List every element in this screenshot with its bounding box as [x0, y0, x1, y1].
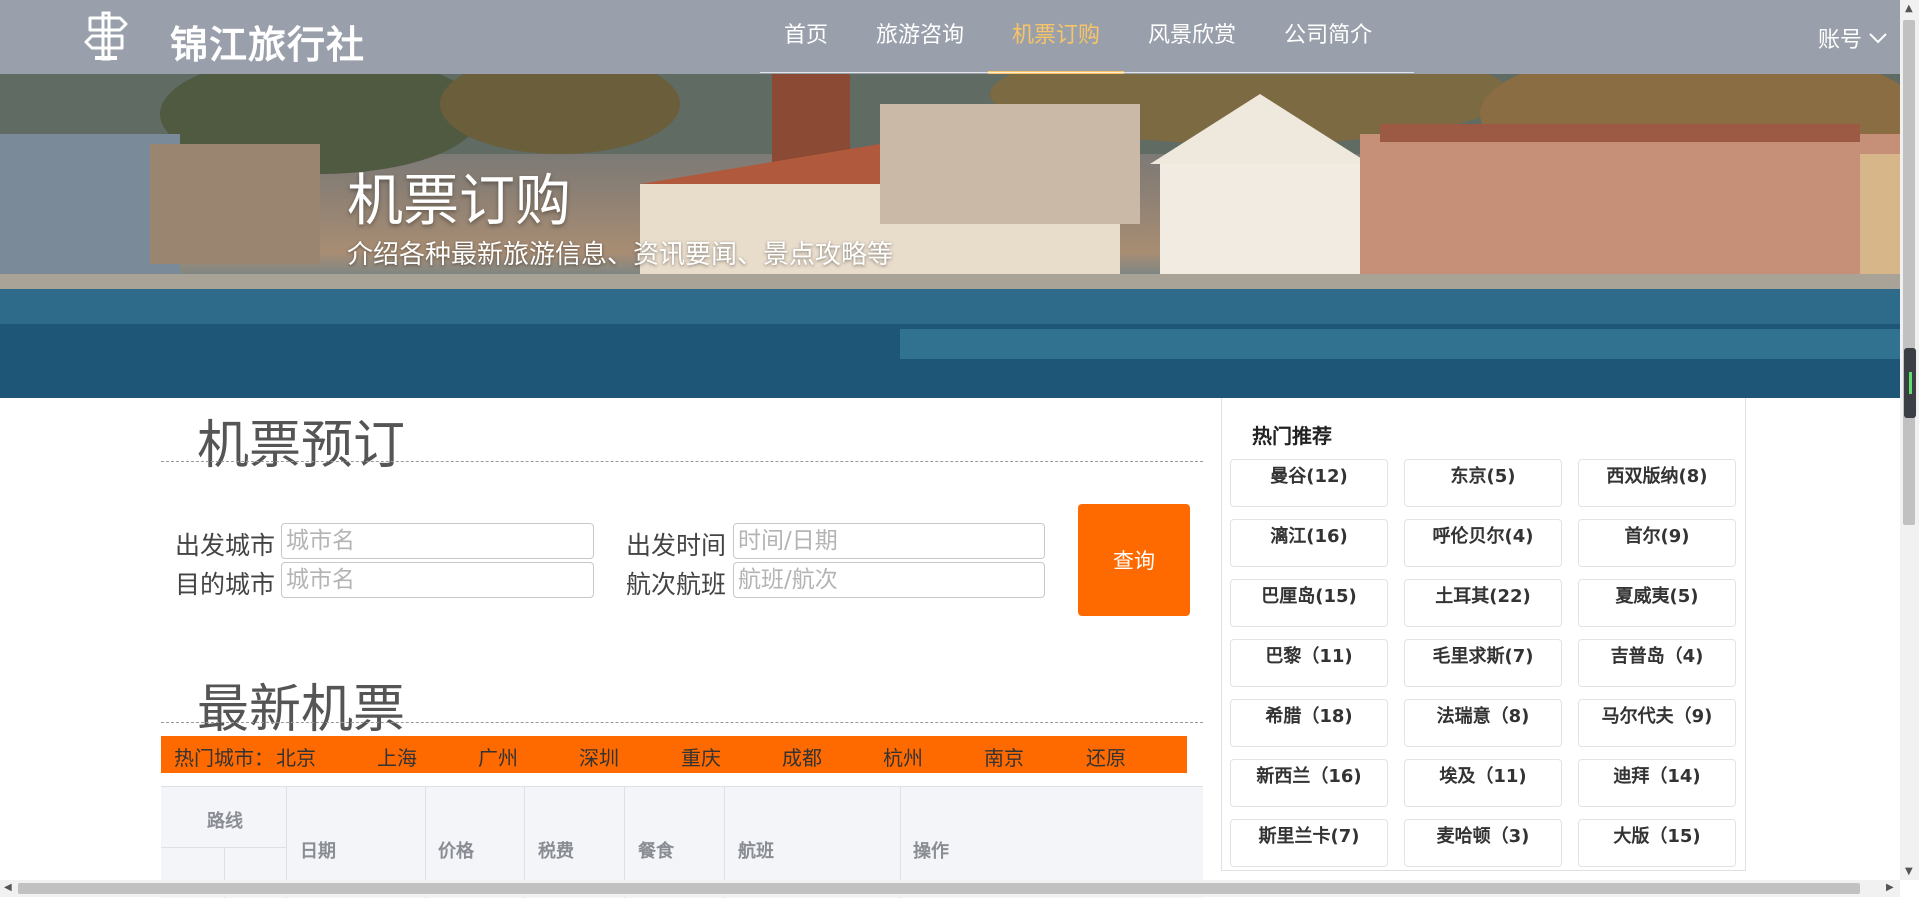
depart-time-input[interactable] — [733, 523, 1045, 559]
scroll-up-arrow-icon[interactable]: ▲ — [1905, 3, 1913, 14]
recommend-item[interactable]: 马尔代夫（9) — [1578, 699, 1736, 747]
recommend-item[interactable]: 迪拜（14) — [1578, 759, 1736, 807]
recommend-item[interactable]: 东京(5) — [1404, 459, 1562, 507]
depart-city-label: 出发城市 — [175, 531, 276, 560]
th-meal: 餐食 — [638, 841, 674, 862]
account-menu[interactable]: 账号 — [1818, 22, 1888, 54]
th-tax: 税费 — [538, 841, 574, 862]
hot-recommend-panel: 热门推荐 曼谷(12) 东京(5) 西双版纳(8) 漓江(16) 呼伦贝尔(4)… — [1221, 398, 1746, 871]
dest-city-input[interactable] — [281, 562, 594, 598]
chevron-down-icon — [1869, 33, 1887, 44]
recommend-item[interactable]: 西双版纳(8) — [1578, 459, 1736, 507]
scroll-right-arrow-icon[interactable]: ▶ — [1886, 882, 1894, 893]
hot-city-guangzhou[interactable]: 广州 — [478, 742, 518, 771]
recommend-item[interactable]: 呼伦贝尔(4) — [1404, 519, 1562, 567]
hot-city-shenzhen[interactable]: 深圳 — [579, 742, 619, 771]
section-divider — [161, 461, 1203, 462]
hot-recommend-title: 热门推荐 — [1252, 424, 1332, 448]
nav-ticket-booking[interactable]: 机票订购 — [988, 0, 1125, 74]
depart-time-label: 出发时间 — [626, 531, 727, 560]
recommend-item[interactable]: 曼谷(12) — [1230, 459, 1388, 507]
recommend-item[interactable]: 巴厘岛(15) — [1230, 579, 1388, 627]
scroll-left-arrow-icon[interactable]: ◀ — [4, 882, 12, 893]
scroll-down-arrow-icon[interactable]: ▼ — [1905, 866, 1913, 877]
hot-city-nanjing[interactable]: 南京 — [984, 742, 1024, 771]
top-header: 锦江旅行社 首页 旅游咨询 机票订购 风景欣赏 公司简介 账号 — [0, 0, 1900, 74]
horizontal-scrollbar[interactable]: ◀ ▶ — [0, 880, 1900, 897]
th-route: 路线 — [207, 811, 243, 832]
recommend-item[interactable]: 毛里求斯(7) — [1404, 639, 1562, 687]
recommend-item[interactable]: 土耳其(22) — [1404, 579, 1562, 627]
hot-city-bar: 热门城市： 北京 上海 广州 深圳 重庆 成都 杭州 南京 还原 — [161, 736, 1187, 773]
banner-subtitle: 介绍各种最新旅游信息、资讯要闻、景点攻略等 — [347, 240, 894, 270]
nav-travel-consult[interactable]: 旅游咨询 — [852, 0, 988, 74]
venice-scene-image — [0, 74, 1900, 398]
flight-number-input[interactable] — [733, 562, 1045, 598]
recommend-item[interactable]: 新西兰（16) — [1230, 759, 1388, 807]
hot-city-hangzhou[interactable]: 杭州 — [883, 742, 923, 771]
banner-title: 机票订购 — [347, 169, 571, 234]
latest-section-title: 最新机票 — [197, 680, 406, 740]
section-divider — [161, 722, 1203, 723]
recommend-item[interactable]: 夏威夷(5) — [1578, 579, 1736, 627]
th-action: 操作 — [913, 841, 949, 862]
recommend-item[interactable]: 大版（15) — [1578, 819, 1736, 867]
nav-divider — [760, 72, 1414, 73]
th-flight: 航班 — [738, 841, 774, 862]
nav-company-intro[interactable]: 公司简介 — [1260, 0, 1396, 74]
recommend-item[interactable]: 首尔(9) — [1578, 519, 1736, 567]
hot-city-shanghai[interactable]: 上海 — [377, 742, 417, 771]
account-label: 账号 — [1818, 28, 1863, 53]
hot-city-reset[interactable]: 还原 — [1086, 742, 1126, 771]
scroll-indicator-light — [1909, 372, 1912, 394]
hot-city-beijing[interactable]: 北京 — [276, 742, 316, 771]
recommend-item[interactable]: 麦哈顿（3) — [1404, 819, 1562, 867]
hot-city-chengdu[interactable]: 成都 — [782, 742, 822, 771]
th-price: 价格 — [438, 841, 474, 862]
nav-home[interactable]: 首页 — [760, 0, 852, 74]
horizontal-scroll-thumb[interactable] — [18, 883, 1860, 894]
flight-number-label: 航次航班 — [626, 570, 727, 599]
hero-banner: 机票订购 介绍各种最新旅游信息、资讯要闻、景点攻略等 — [0, 74, 1900, 398]
query-button[interactable]: 查询 — [1078, 504, 1190, 616]
th-date: 日期 — [300, 841, 336, 862]
recommend-item[interactable]: 吉普岛（4) — [1578, 639, 1736, 687]
nav-scenery[interactable]: 风景欣赏 — [1124, 0, 1260, 74]
recommend-item[interactable]: 漓江(16) — [1230, 519, 1388, 567]
recommend-item[interactable]: 法瑞意（8) — [1404, 699, 1562, 747]
main-nav: 首页 旅游咨询 机票订购 风景欣赏 公司简介 — [760, 0, 1396, 74]
depart-city-input[interactable] — [281, 523, 594, 559]
hot-city-chongqing[interactable]: 重庆 — [681, 742, 721, 771]
booking-section-title: 机票预订 — [197, 416, 406, 476]
dest-city-label: 目的城市 — [175, 570, 276, 599]
recommend-item[interactable]: 斯里兰卡(7) — [1230, 819, 1388, 867]
vertical-scroll-thumb[interactable] — [1903, 20, 1915, 525]
recommend-item[interactable]: 希腊（18) — [1230, 699, 1388, 747]
recommend-item[interactable]: 埃及（11) — [1404, 759, 1562, 807]
recommend-item[interactable]: 巴黎（11) — [1230, 639, 1388, 687]
vertical-scrollbar[interactable]: ▲ ▼ — [1900, 0, 1919, 880]
hot-city-label: 热门城市： — [174, 746, 274, 770]
brand-name[interactable]: 锦江旅行社 — [170, 14, 365, 69]
signpost-logo-icon[interactable] — [80, 10, 132, 62]
